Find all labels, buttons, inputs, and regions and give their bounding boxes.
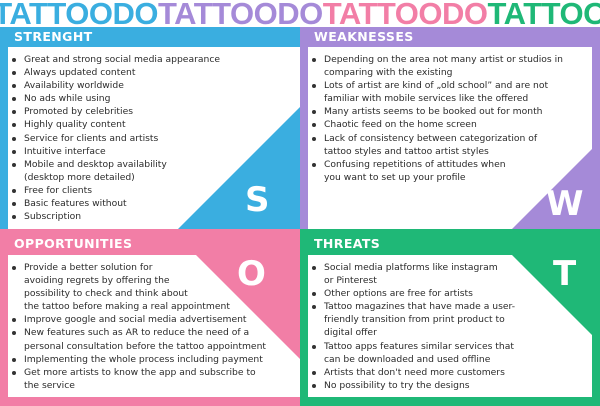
opportunities-item: Provide a better solution for (8, 261, 300, 274)
weaknesses-item: Lots of artist are kind of „old school” … (308, 79, 592, 92)
opportunities-item: Get more artists to know the app and sub… (8, 366, 300, 379)
weaknesses-item-continuation: comparing with the existing (324, 67, 453, 79)
opportunities-item-continuation: the service (24, 379, 75, 391)
strength-item: Mobile and desktop availability (8, 158, 238, 171)
weaknesses-item: Chaotic feed on the home screen (308, 118, 592, 131)
threats-item-continuation: friendly transition from print product t… (324, 314, 505, 326)
threats-item: Tattoo magazines that have made a user- (308, 300, 592, 313)
weaknesses-title: WEAKNESSES (314, 29, 414, 44)
opportunities-item: Improve google and social media advertis… (8, 313, 300, 326)
weaknesses-item: Many artists seems to be booked out for … (308, 105, 592, 118)
weaknesses-list: Depending on the area not many artist or… (308, 53, 592, 184)
strength-item: Free for clients (8, 184, 238, 197)
strength-item: Always updated content (8, 66, 238, 79)
threats-item-continuation: can be downloaded and used offline (324, 353, 491, 365)
opportunities-item: Implementing the whole process including… (8, 353, 300, 366)
weaknesses-quadrant: WEAKNESSES W Depending on the area not m… (300, 27, 600, 229)
weaknesses-item: Depending on the area not many artist or… (308, 53, 592, 66)
opportunities-item-continuation: personal consultation before the tattoo … (24, 340, 267, 352)
opportunities-item-continuation: the tattoo before making a real appointm… (24, 301, 230, 313)
opportunities-item: New features such as AR to reduce the ne… (8, 326, 300, 339)
opportunities-list: Provide a better solution for avoiding r… (8, 261, 300, 392)
threats-list: Social media platforms like instagram or… (308, 261, 592, 392)
strength-item: Availability worldwide (8, 79, 238, 92)
opportunities-title: OPPORTUNITIES (14, 236, 133, 251)
threats-item: Artists that don't need more customers (308, 366, 592, 379)
weaknesses-item-continuation: you want to set up your profile (324, 171, 466, 183)
banner-word-1: TATTOODO (0, 0, 158, 31)
strength-item: Intuitive interface (8, 145, 238, 158)
banner-word-2: TATTOODO (157, 0, 323, 31)
strength-item: Service for clients and artists (8, 132, 238, 145)
opportunities-quadrant: OPPORTUNITIES O Provide a better solutio… (0, 229, 300, 406)
strength-item: Highly quality content (8, 118, 238, 131)
strength-list: Great and strong social media appearance… (8, 53, 238, 223)
strength-letter: S (245, 180, 270, 220)
banner: TATTOODO TATTOODO TATTOODO TATTOO (0, 0, 600, 31)
weaknesses-item: Confusing repetitions of attitudes when (308, 158, 592, 171)
banner-word-4: TATTOO (487, 0, 600, 31)
opportunities-item-continuation: avoiding regrets by offering the (24, 275, 170, 287)
opportunities-item-continuation: possibility to check and think about (24, 288, 188, 300)
strength-item: No ads while using (8, 92, 238, 105)
threats-item-continuation: digital offer (324, 327, 377, 339)
threats-item-continuation: or Pinterest (324, 275, 377, 287)
strength-item-continuation: (desktop more detailed) (24, 171, 135, 183)
strength-item: Great and strong social media appearance (8, 53, 238, 66)
strength-title: STRENGHT (14, 29, 93, 44)
weaknesses-item: Lack of consistency between categorizati… (308, 132, 592, 145)
threats-title: THREATS (314, 236, 381, 251)
threats-item: No possibility to try the designs (308, 379, 592, 392)
strength-item: Subscription (8, 210, 238, 223)
weaknesses-item-continuation: tattoo styles and tattoo artist styles (324, 145, 489, 157)
threats-quadrant: THREATS T Social media platforms like in… (300, 229, 600, 406)
threats-item: Other options are free for artists (308, 287, 592, 300)
threats-item: Social media platforms like instagram (308, 261, 592, 274)
strength-item: Promoted by celebrities (8, 105, 238, 118)
threats-item: Tattoo apps features similar services th… (308, 340, 592, 353)
strength-quadrant: STRENGHT S Great and strong social media… (0, 27, 300, 229)
weaknesses-letter: W (546, 184, 584, 224)
banner-word-3: TATTOODO (322, 0, 488, 31)
weaknesses-item-continuation: familiar with mobile services like the o… (324, 93, 529, 105)
strength-item: Basic features without (8, 197, 238, 210)
